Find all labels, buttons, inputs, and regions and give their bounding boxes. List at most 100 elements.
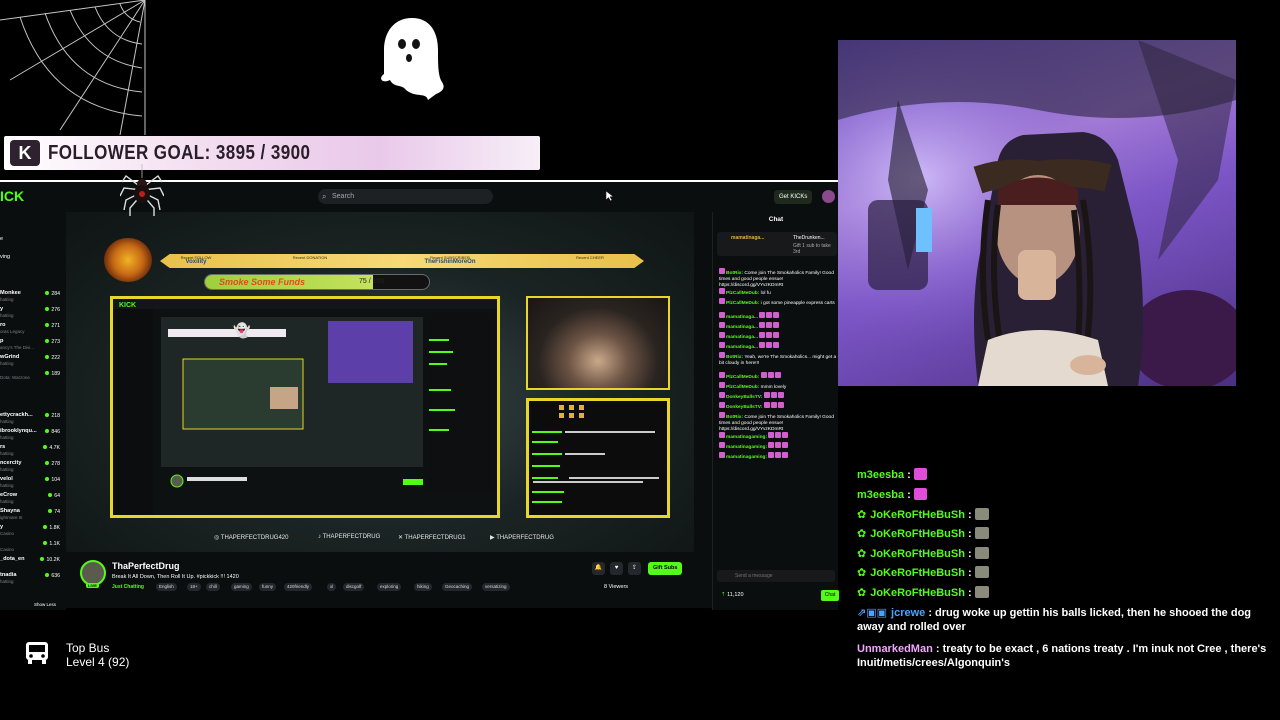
stream-tag[interactable]: exploring (377, 583, 402, 591)
alert-cheer: Recent CHEER (560, 255, 620, 260)
heart-icon[interactable]: ♥ (610, 562, 623, 575)
chat-username[interactable]: BotRix: (726, 415, 743, 420)
sidebar-channel[interactable]: tnadia hatting 636 (0, 572, 64, 586)
gift-subs-button[interactable]: Gift Subs (648, 562, 683, 575)
chat-username[interactable]: mamatinagaming: (726, 445, 767, 450)
sidebar-channel[interactable]: ettycrackh... hatting 218 (0, 412, 64, 426)
search-input[interactable]: Search (318, 189, 493, 204)
overlay-username: m3eesba (857, 489, 905, 501)
kick-logo[interactable]: ICK (0, 188, 24, 204)
sidebar-channel[interactable]: wGrind hatting 222 (0, 354, 64, 368)
sidebar-channel[interactable]: Casino 1.1K (0, 540, 64, 554)
sidebar-channel[interactable]: y hatting 276 (0, 306, 64, 320)
sidebar-channel[interactable]: rs hatting 4.7K (0, 444, 64, 458)
streamer-name[interactable]: ThaPerfectDrug (112, 561, 180, 571)
chat-username[interactable]: BotRix: (726, 271, 743, 276)
social-instagram[interactable]: ◎ THAPERFECTDRUG420 (214, 534, 288, 541)
chat-message: mamatinagaming: (719, 432, 837, 441)
alert-name: TheFishinMoreOn (424, 259, 476, 265)
channel-name: Shayna (0, 508, 20, 514)
sidebar-nav-item[interactable]: ving (0, 254, 10, 260)
sidebar-channel[interactable]: Shayna ightmare III 74 (0, 508, 64, 522)
sidebar-channel[interactable]: _dota_en 10.2K (0, 556, 64, 570)
spider-icon (120, 164, 164, 216)
channel-category: hatting (0, 297, 14, 302)
chat-username[interactable]: mamatinaga... (726, 345, 758, 350)
stream-tag[interactable]: gaming (231, 583, 252, 591)
stream-tag[interactable]: chill (206, 583, 220, 591)
chat-username[interactable]: BotRix: (726, 355, 743, 360)
chat-username[interactable]: mamatinaga... (726, 335, 758, 340)
social-twitter[interactable]: ✕ THAPERFECTDRUG1 (398, 534, 466, 541)
badge-icon (719, 322, 725, 328)
channel-viewers: 284 (45, 291, 60, 297)
sidebar-channel[interactable]: ro oras Legacy 271 (0, 322, 64, 336)
stream-tag[interactable]: discgolf (343, 583, 365, 591)
sidebar-channel[interactable]: ncercity hatting 278 (0, 460, 64, 474)
stream-tag[interactable]: 18+ (187, 583, 201, 591)
channel-name: ibrooklynqu... (0, 428, 37, 434)
emote-icon (974, 547, 989, 559)
badge-icon (719, 352, 725, 358)
channel-name: rs (0, 444, 6, 450)
emote-icon (766, 322, 773, 328)
stream-title: Break It All Down, Then Roll It Up. #pic… (112, 574, 239, 580)
chat-input[interactable]: Send a message (717, 570, 835, 582)
channel-category: ightmare III (0, 515, 23, 520)
chat-username[interactable]: PlzCallMeDub: (726, 385, 759, 390)
chat-username[interactable]: DonkeyBallsTV: (726, 405, 762, 410)
chat-message: PlzCallMeDub: i got some pineapple expre… (719, 298, 837, 307)
chat-username[interactable]: mamatinagaming: (726, 455, 767, 460)
badge-icon (719, 382, 725, 388)
stream-tag[interactable]: xl (327, 583, 337, 591)
emote-icon (775, 442, 782, 448)
stream-tag[interactable]: Geocaching (442, 583, 473, 591)
sidebar-channel[interactable]: y Casino 1.8K (0, 524, 64, 538)
social-youtube[interactable]: ▶ THAPERFECTDRUG (490, 534, 554, 541)
badge-icon (719, 342, 725, 348)
sidebar-channel[interactable]: p ancy's The Divi... 273 (0, 338, 64, 352)
chat-text: mmm lovely (760, 385, 787, 390)
follower-goal-bar: K FOLLOWER GOAL: 3895 / 3900 (4, 136, 540, 170)
stream-tag[interactable]: 420friendly (284, 583, 313, 591)
emote-icon (770, 402, 777, 408)
chat-username[interactable]: PlzCallMeDub: (726, 301, 759, 306)
nested-screen-graphic: KICK 👻 (113, 299, 497, 515)
stream-tag[interactable]: funny (259, 583, 277, 591)
stream-tag[interactable]: hiking (414, 583, 432, 591)
chat-username[interactable]: PlzCallMeDub: (726, 375, 759, 380)
channel-category: hatting (0, 435, 14, 440)
stream-category[interactable]: Just Chatting (112, 584, 144, 590)
sidebar-nav-item[interactable]: e (0, 236, 3, 242)
chat-username[interactable]: mamatinaga... (726, 325, 758, 330)
chat-username[interactable]: mamatinagaming: (726, 435, 767, 440)
channel-category: Casino (0, 531, 15, 536)
channel-viewers: 218 (45, 413, 60, 419)
sidebar-channel[interactable]: eCrow hatting 64 (0, 492, 64, 506)
avatar[interactable] (822, 190, 835, 203)
stream-tag[interactable]: versatizing (482, 583, 510, 591)
sidebar-channel[interactable]: Monkee hatting 284 (0, 290, 64, 304)
pinned-message[interactable]: mamatinaga... TheDrunken... Gift 1 sub t… (717, 232, 837, 256)
channel-category: hatting (0, 313, 14, 318)
social-tiktok[interactable]: ♪ THAPERFECTDRUG (318, 534, 380, 540)
sidebar-channel[interactable]: ibrooklynqu... hatting 846 (0, 428, 64, 442)
chat-username[interactable]: PlzCallMeDub: (726, 291, 759, 296)
emote-icon (766, 332, 773, 338)
bell-icon[interactable]: 🔔 (592, 562, 605, 575)
chat-username[interactable]: mamatinaga... (726, 315, 758, 320)
share-icon[interactable]: ⇪ (628, 562, 641, 575)
chat-username[interactable]: DonkeyBallsTV: (726, 395, 762, 400)
get-kicks-button[interactable]: Get KICKs (774, 190, 813, 204)
chat-send-button[interactable]: Chat (821, 590, 839, 601)
show-less-link[interactable]: Show Less (34, 602, 56, 607)
overlay-chat-message: m3eesba : (857, 468, 927, 482)
emote-icon (770, 392, 777, 398)
stream-video[interactable]: Recent FOLLOW Voxility Recent DONATION Re… (66, 212, 694, 552)
overlay-chat-message: ✿ JoKeRoFtHeBuSh : (857, 527, 989, 541)
stream-tag[interactable]: English (156, 583, 177, 591)
sidebar-channel[interactable]: velol hatting 104 (0, 476, 64, 490)
emote-icon (974, 566, 989, 578)
badge-icon (719, 432, 725, 438)
emote-icon (767, 372, 774, 378)
